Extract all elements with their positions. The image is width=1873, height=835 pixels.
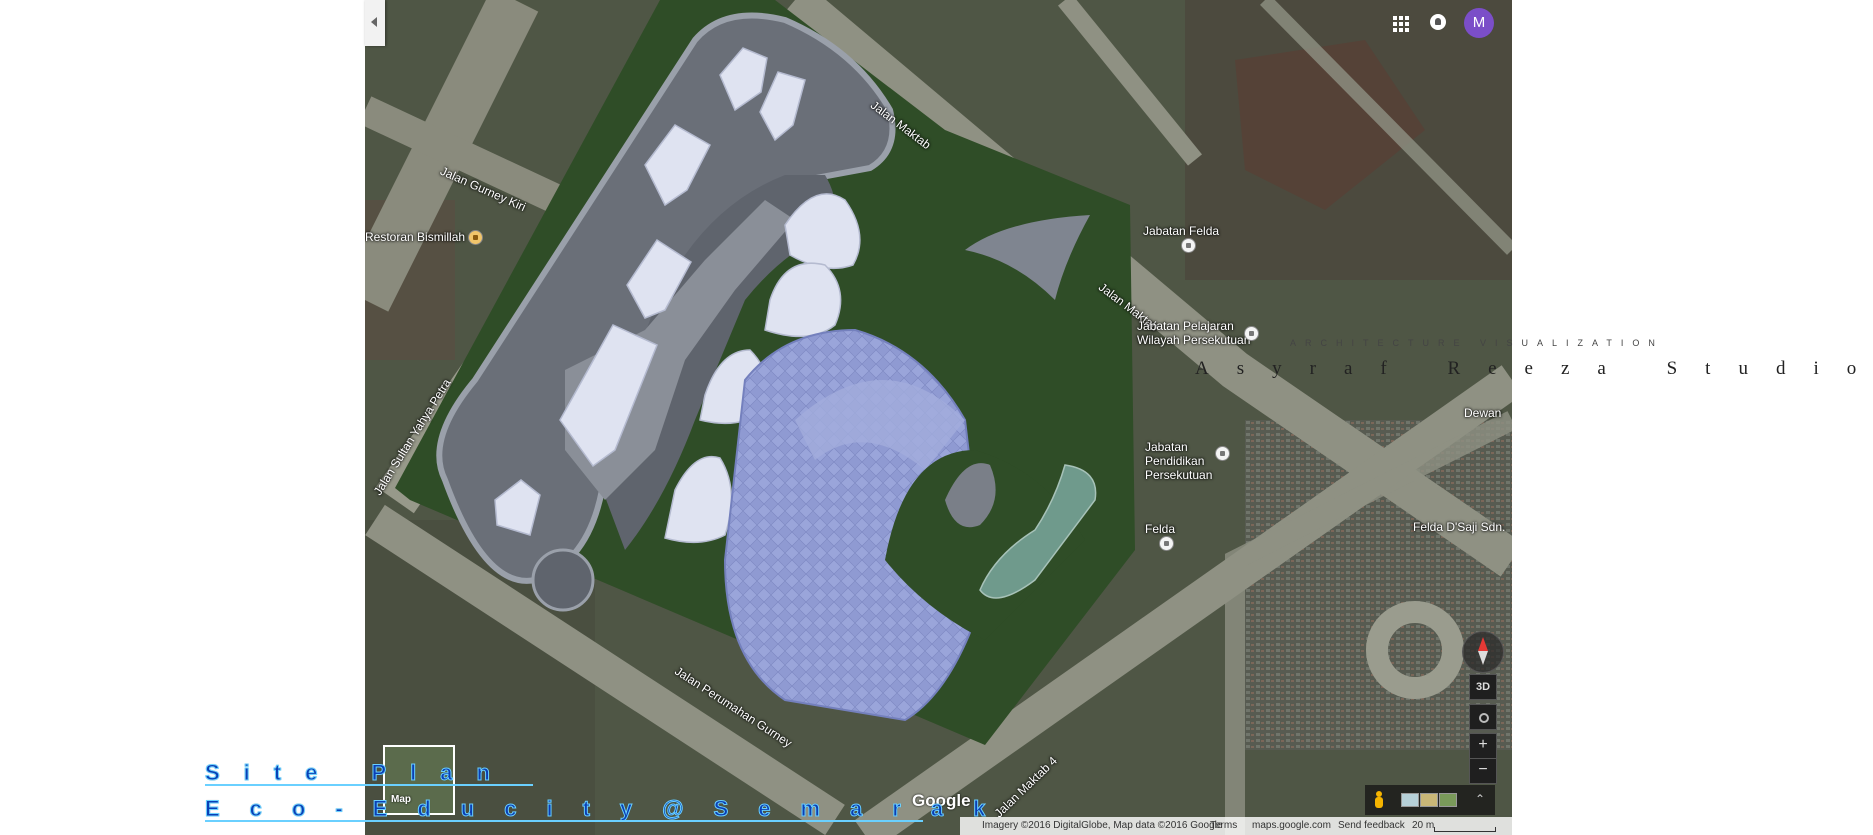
send-feedback-link[interactable]: Send feedback	[1338, 817, 1405, 835]
building-icon	[1159, 536, 1174, 552]
zoom-in-button[interactable]: +	[1469, 733, 1497, 759]
place-jabatan-pelajaran[interactable]: Jabatan Pelajaran Wilayah Persekutuan	[1137, 319, 1257, 347]
title-project-name: Eco-Educity@Semarak	[204, 796, 1016, 822]
scale-bar	[1434, 827, 1496, 832]
terms-link[interactable]: Terms	[1210, 817, 1237, 835]
place-label: Felda	[1145, 522, 1176, 536]
place-label: Restoran Bismillah	[365, 230, 466, 244]
place-label: Dewan	[1464, 406, 1502, 420]
avatar[interactable]: M	[1464, 8, 1494, 38]
satellite-imagery	[365, 0, 1512, 835]
place-label: Jabatan Felda	[1143, 224, 1220, 238]
place-label: Jabatan Pendidikan Persekutuan	[1145, 440, 1213, 482]
place-dewan[interactable]: Dewan	[1464, 406, 1501, 420]
map-footer: Imagery ©2016 DigitalGlobe, Map data ©20…	[960, 817, 1512, 835]
studio-subtitle: ARCHITECTURE VISUALIZATION	[1290, 338, 1664, 348]
place-restoran-bismillah[interactable]: Restoran Bismillah	[365, 230, 484, 246]
imagery-thumbnail[interactable]	[1439, 793, 1457, 807]
site-link[interactable]: maps.google.com	[1252, 817, 1331, 835]
pegman-icon[interactable]	[1374, 791, 1384, 809]
title-site-plan: Site Plan	[205, 760, 514, 786]
chevron-up-icon[interactable]: ⌃	[1475, 793, 1487, 805]
imagery-thumbnail[interactable]	[1420, 793, 1438, 807]
place-label: Jabatan Pelajaran Wilayah Persekutuan	[1137, 319, 1251, 347]
apps-grid-icon[interactable]	[1393, 16, 1409, 32]
restaurant-icon	[468, 230, 484, 246]
scale-label: 20 m	[1412, 820, 1435, 831]
studio-name: Asyraf Reeza Studio	[1195, 358, 1873, 379]
place-felda-dsaji[interactable]: Felda D'Saji Sdn.	[1413, 520, 1505, 534]
imagery-attribution: Imagery ©2016 DigitalGlobe, Map data ©20…	[982, 820, 1223, 831]
imagery-thumbnail[interactable]	[1401, 793, 1419, 807]
toggle-3d-button[interactable]: 3D	[1469, 674, 1497, 700]
place-jabatan-pendidikan[interactable]: Jabatan Pendidikan Persekutuan	[1145, 440, 1245, 482]
place-label: Felda D'Saji Sdn.	[1413, 520, 1506, 534]
zoom-out-button[interactable]: −	[1469, 758, 1497, 784]
collapse-panel-button[interactable]	[365, 0, 385, 46]
place-felda[interactable]: Felda	[1145, 522, 1176, 552]
title-underline	[205, 820, 923, 822]
building-icon	[1215, 446, 1230, 461]
building-icon	[1181, 238, 1196, 254]
chevron-left-icon	[371, 17, 377, 27]
title-underline	[205, 784, 533, 786]
my-location-button[interactable]	[1469, 704, 1497, 730]
map-view[interactable]: Jalan Maktab Jalan Maktab Jalan Gurney K…	[365, 0, 1512, 835]
notifications-icon[interactable]	[1430, 14, 1446, 30]
compass-icon[interactable]	[1462, 631, 1504, 673]
building-icon	[1244, 326, 1259, 341]
place-jabatan-felda[interactable]: Jabatan Felda	[1143, 224, 1220, 254]
